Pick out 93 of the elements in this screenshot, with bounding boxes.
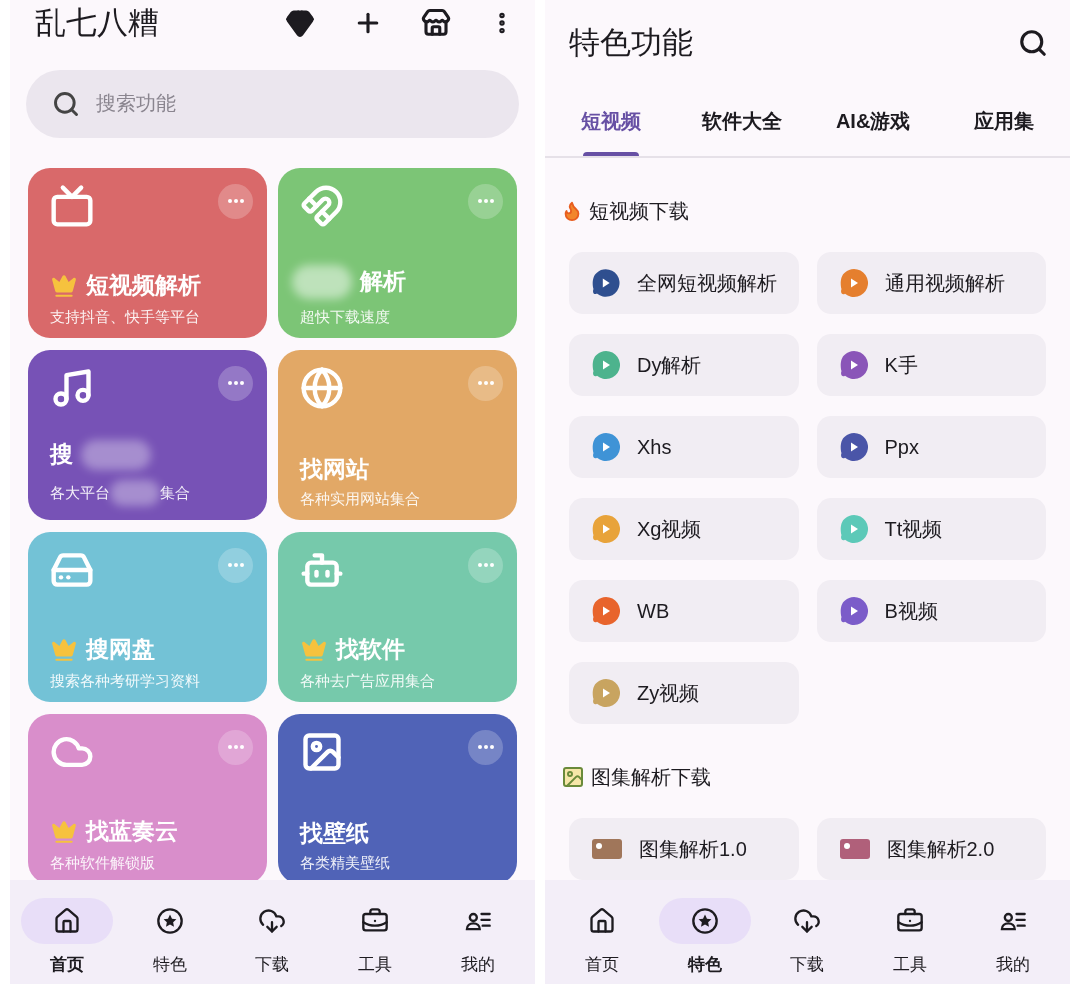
card-title: 短视频解析 (86, 274, 201, 297)
nav-tab[interactable]: 特色 (118, 898, 222, 978)
feature-item[interactable]: Zy视频 (569, 662, 799, 724)
feature-item[interactable]: Dy解析 (569, 334, 799, 396)
tab[interactable]: 应用集 (938, 86, 1070, 156)
home-icon (588, 907, 617, 935)
card-title: 解析 (360, 270, 406, 293)
play-icon (591, 350, 621, 380)
play-icon (838, 268, 869, 298)
feature-item[interactable]: 图集解析2.0 (816, 818, 1046, 880)
search-field[interactable]: 搜索功能 (26, 69, 519, 138)
card-title: 找蓝奏云 (86, 820, 178, 843)
card-subtitle: 超快下载速度 (300, 308, 390, 324)
more-icon (477, 563, 494, 567)
more-button[interactable] (468, 729, 503, 765)
card-subtitle: 各种去广告应用集合 (300, 672, 435, 688)
nav-tab[interactable]: 下载 (756, 898, 859, 978)
page-title: 特色功能 (569, 24, 694, 63)
play-icon (838, 350, 869, 380)
star-circle-icon (690, 907, 719, 935)
app-title: 乱七八糟 (35, 4, 160, 42)
card-subtitle: 各种实用网站集合 (300, 490, 420, 506)
magnet-icon (300, 183, 344, 228)
card-subtitle: 集合 (160, 485, 190, 500)
more-icon (477, 745, 494, 749)
more-icon (477, 381, 494, 385)
search-icon (52, 89, 80, 118)
more-icon (227, 745, 244, 749)
play-icon (591, 268, 621, 298)
card-subtitle: 各种软件解锁版 (50, 854, 155, 870)
card-title: 找软件 (336, 638, 405, 661)
more-icon (477, 199, 494, 203)
nav-tab[interactable]: 工具 (858, 898, 962, 978)
feature-card[interactable]: 搜 各大平台 集合 (28, 349, 267, 520)
toolbox-icon (896, 907, 925, 935)
card-title: 搜 (50, 443, 73, 466)
blurred-area (110, 479, 160, 506)
home-icon (53, 907, 82, 935)
more-icon (227, 381, 244, 385)
feature-item[interactable]: 图集解析1.0 (569, 818, 799, 880)
nav-tab[interactable]: 首页 (16, 898, 119, 978)
tv-icon (50, 183, 94, 228)
nav-tab[interactable]: 我的 (426, 898, 529, 978)
card-subtitle: 各类精美壁纸 (300, 854, 390, 870)
feature-item[interactable]: B视频 (816, 580, 1046, 642)
card-title: 找壁纸 (300, 821, 369, 845)
nav-tab[interactable]: 首页 (551, 898, 654, 978)
feature-card[interactable]: 找壁纸 各类精美壁纸 (278, 713, 517, 880)
card-subtitle: 搜索各种考研学习资料 (50, 672, 200, 688)
diamond-icon[interactable] (285, 8, 315, 39)
nav-tab[interactable]: 我的 (961, 898, 1064, 978)
play-icon (591, 596, 621, 626)
cloud-download-icon (258, 907, 287, 935)
nav-tab[interactable]: 特色 (653, 898, 757, 978)
card-title: 找网站 (300, 457, 369, 481)
star-circle-icon (155, 907, 184, 935)
play-icon (838, 514, 869, 544)
card-subtitle: 各大平台 (50, 485, 110, 500)
play-icon (838, 596, 869, 626)
play-icon (591, 514, 621, 544)
feature-item[interactable]: K手 (816, 334, 1046, 396)
feature-item[interactable]: Xhs (569, 416, 799, 478)
tab[interactable]: 短视频 (545, 86, 677, 156)
picture-frame-icon (591, 838, 623, 860)
play-icon (838, 432, 869, 462)
more-icon (227, 563, 244, 567)
tab[interactable]: AI&游戏 (807, 86, 939, 156)
section-title: 短视频下载 (589, 199, 689, 224)
store-icon[interactable] (421, 8, 451, 39)
feature-item[interactable]: Xg视频 (569, 498, 799, 560)
card-subtitle: 支持抖音、快手等平台 (50, 308, 200, 324)
more-button[interactable] (218, 183, 253, 219)
picture-frame-icon (838, 838, 871, 860)
search-icon[interactable] (1018, 28, 1048, 59)
feature-item[interactable]: Ppx (816, 416, 1046, 478)
more-icon (227, 199, 244, 203)
feature-item[interactable]: Tt视频 (816, 498, 1046, 560)
globe-icon (300, 365, 344, 410)
more-button[interactable] (218, 365, 253, 401)
nav-tab[interactable]: 工具 (323, 898, 427, 978)
card-title: 搜网盘 (86, 638, 155, 661)
picture-icon (561, 765, 585, 789)
cloud-download-icon (793, 907, 822, 935)
feature-item[interactable]: 通用视频解析 (816, 252, 1046, 314)
tab-indicator (582, 152, 639, 156)
nav-tab[interactable]: 下载 (221, 898, 324, 978)
feature-item[interactable]: WB (569, 580, 799, 642)
tab[interactable]: 软件大全 (676, 86, 808, 156)
section-title: 图集解析下载 (591, 765, 711, 790)
toolbox-icon (361, 907, 390, 935)
feature-item[interactable]: 全网短视频解析 (569, 252, 799, 314)
play-icon (591, 432, 621, 462)
play-icon (591, 678, 621, 708)
